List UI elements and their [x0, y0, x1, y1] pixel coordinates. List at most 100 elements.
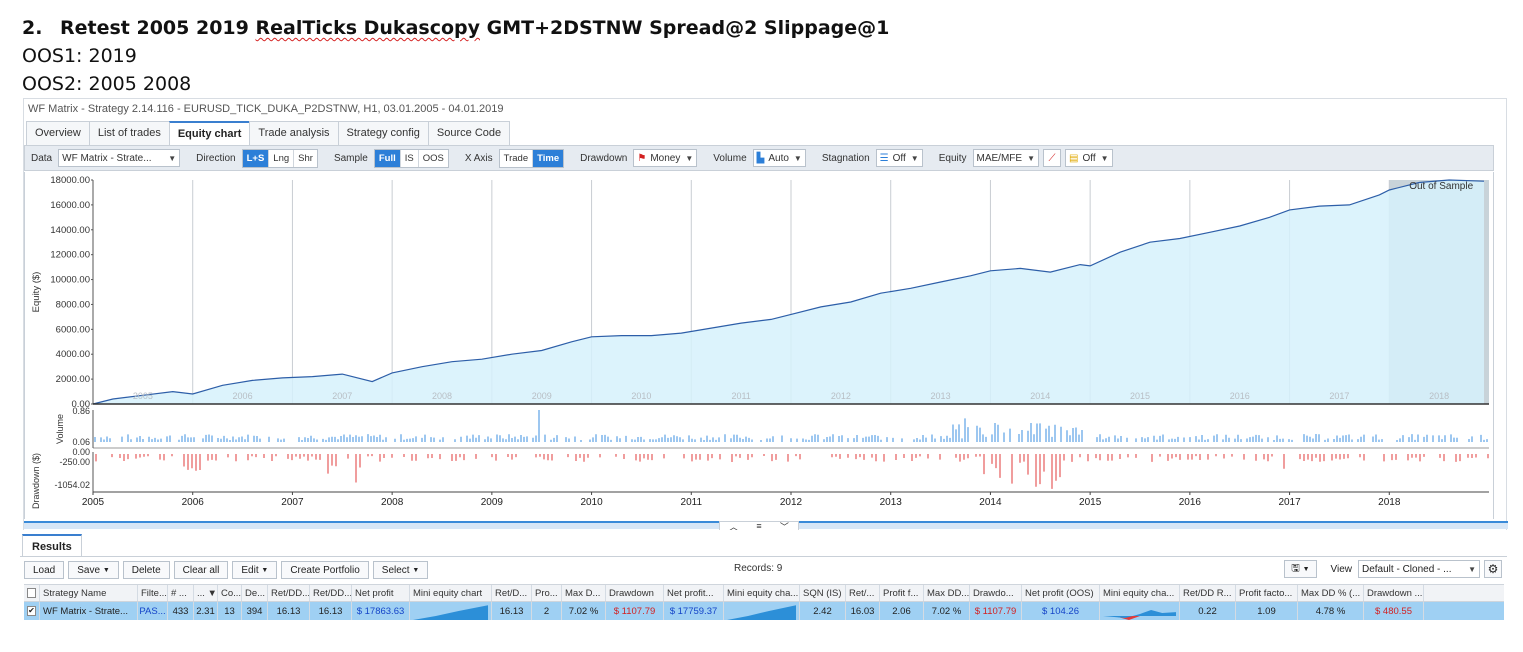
- direction-long[interactable]: Lng: [269, 149, 295, 167]
- column-header[interactable]: Mini equity chart: [410, 585, 492, 601]
- table-cell: $ 1107.79: [606, 602, 664, 620]
- save-button[interactable]: Save ▼: [68, 561, 119, 579]
- export-button[interactable]: 🖫 ▼: [1284, 560, 1317, 578]
- column-header[interactable]: Mini equity cha...: [1100, 585, 1180, 601]
- column-header[interactable]: Net profit...: [664, 585, 724, 601]
- x-tick-label: 2015: [1079, 497, 1102, 508]
- equity-select[interactable]: MAE/MFE ▼: [972, 149, 1039, 167]
- column-header[interactable]: Drawdown ...: [1364, 585, 1424, 601]
- column-header[interactable]: Ret/D...: [492, 585, 532, 601]
- drawdown-select[interactable]: ⚑ Money ▼: [633, 149, 698, 167]
- chevron-down-icon: ▼: [910, 153, 919, 163]
- chevron-down-icon: ▼: [685, 153, 694, 163]
- caret-down-icon: ▼: [261, 566, 269, 574]
- x-tick-label: 2009: [481, 497, 504, 508]
- tab-overview[interactable]: Overview: [26, 121, 90, 145]
- tab-strategy-config[interactable]: Strategy config: [337, 121, 429, 145]
- row-checkbox-cell[interactable]: ✔: [24, 602, 40, 620]
- x-tick-label: 2008: [381, 497, 404, 508]
- column-header[interactable]: Co...: [218, 585, 242, 601]
- column-header[interactable]: Max DD...: [924, 585, 970, 601]
- drawdown-tick-label: -1054.02: [54, 480, 90, 490]
- sample-is[interactable]: IS: [401, 149, 419, 167]
- x-tick-label: 2014: [979, 497, 1002, 508]
- column-header[interactable]: Pro...: [532, 585, 562, 601]
- year-watermark: 2013: [931, 391, 951, 401]
- column-header[interactable]: Net profit (OOS): [1022, 585, 1100, 601]
- direction-long-short[interactable]: L+S: [242, 149, 270, 167]
- select-button[interactable]: Select ▼: [372, 561, 429, 579]
- xaxis-trade[interactable]: Trade: [500, 149, 534, 167]
- column-header[interactable]: Ret/DD...: [310, 585, 352, 601]
- stagnation-select[interactable]: ☰ Off ▼: [875, 149, 923, 167]
- column-header[interactable]: De...: [242, 585, 268, 601]
- column-header[interactable]: Filte...: [138, 585, 168, 601]
- table-cell: 2.06: [880, 602, 924, 620]
- x-tick-label: 2010: [580, 497, 603, 508]
- tab-results[interactable]: Results: [22, 534, 82, 556]
- table-cell: 7.02 %: [924, 602, 970, 620]
- volume-select[interactable]: ▙ Auto ▼: [752, 149, 806, 167]
- results-table: Strategy Name Filte... # ...... ▼¹ Co... De.…: [24, 584, 1504, 620]
- column-header[interactable]: Drawdo...: [970, 585, 1022, 601]
- checkbox[interactable]: [27, 588, 36, 598]
- column-header[interactable]: Max D...: [562, 585, 606, 601]
- check-icon[interactable]: ✔: [27, 606, 36, 616]
- table-row[interactable]: ✔ WF Matrix - Strate... PAS... 433 2.31 13 394…: [24, 602, 1504, 620]
- column-header[interactable]: Ret/DD R...: [1180, 585, 1236, 601]
- sample-oos[interactable]: OOS: [419, 150, 448, 167]
- column-header[interactable]: Ret/DD...: [268, 585, 310, 601]
- column-header[interactable]: # ...: [168, 585, 194, 601]
- column-header[interactable]: Strategy Name: [40, 585, 138, 601]
- column-header[interactable]: Net profit: [352, 585, 410, 601]
- year-watermark: 2014: [1030, 391, 1050, 401]
- line-style-icon[interactable]: ⟋: [1043, 149, 1061, 167]
- chart-toolbar: Data WF Matrix - Strate... ▼ Direction L+…: [24, 145, 1494, 171]
- column-header[interactable]: Mini equity cha...: [724, 585, 800, 601]
- view-label: View: [1330, 563, 1353, 575]
- table-cell: 2.31: [194, 602, 218, 620]
- sample-toggle: Full IS OOS: [373, 148, 449, 168]
- year-watermark: 2008: [432, 391, 452, 401]
- gear-icon[interactable]: ⚙: [1484, 560, 1502, 578]
- stagnation-select-value: Off: [892, 152, 906, 164]
- equity-off-select[interactable]: ▤ Off ▼: [1065, 149, 1113, 167]
- create-portfolio-button[interactable]: Create Portfolio: [281, 561, 369, 579]
- data-select[interactable]: WF Matrix - Strate... ▼: [58, 149, 181, 167]
- column-header[interactable]: Profit facto...: [1236, 585, 1298, 601]
- table-cell: PAS...: [138, 602, 168, 620]
- edit-button[interactable]: Edit ▼: [232, 561, 278, 579]
- xaxis-time[interactable]: Time: [533, 149, 564, 167]
- table-cell: $ 1107.79: [970, 602, 1022, 620]
- direction-short[interactable]: Shr: [294, 150, 317, 167]
- chevron-down-icon: ▼: [168, 153, 177, 163]
- panel-splitter[interactable]: ︿ ≡ ﹀: [24, 521, 1508, 532]
- column-header[interactable]: Drawdown: [606, 585, 664, 601]
- delete-button[interactable]: Delete: [122, 561, 170, 579]
- tab-source-code[interactable]: Source Code: [427, 121, 511, 145]
- table-cell: 0.22: [1180, 602, 1236, 620]
- y-tick-label: 10000.00: [50, 275, 90, 286]
- column-header[interactable]: SQN (IS): [800, 585, 846, 601]
- view-select[interactable]: Default - Cloned - ... ▼: [1358, 560, 1480, 578]
- tab-list-of-trades[interactable]: List of trades: [88, 121, 170, 145]
- column-header[interactable]: Ret/...: [846, 585, 880, 601]
- oos2-line: OOS2: 2005 2008: [22, 73, 192, 95]
- select-all-checkbox-cell[interactable]: [24, 585, 40, 601]
- table-cell: $ 104.26: [1022, 602, 1100, 620]
- column-header[interactable]: Profit f...: [880, 585, 924, 601]
- load-button[interactable]: Load: [24, 561, 65, 579]
- heading-text-pre: Retest 2005 2019: [60, 17, 256, 39]
- tab-trade-analysis[interactable]: Trade analysis: [249, 121, 339, 145]
- column-header[interactable]: ... ▼¹: [194, 585, 218, 601]
- drawdown-axis-title: Drawdown ($): [31, 453, 41, 509]
- sample-full[interactable]: Full: [374, 149, 401, 167]
- chevron-down-icon: ▼: [1027, 153, 1035, 163]
- x-tick-label: 2016: [1179, 497, 1202, 508]
- tab-equity-chart[interactable]: Equity chart: [168, 121, 251, 145]
- table-cell: 13: [218, 602, 242, 620]
- mini-chart-area: [1103, 610, 1176, 618]
- year-watermark: 2006: [233, 391, 253, 401]
- clear-all-button[interactable]: Clear all: [173, 561, 229, 579]
- column-header[interactable]: Max DD % (...: [1298, 585, 1364, 601]
